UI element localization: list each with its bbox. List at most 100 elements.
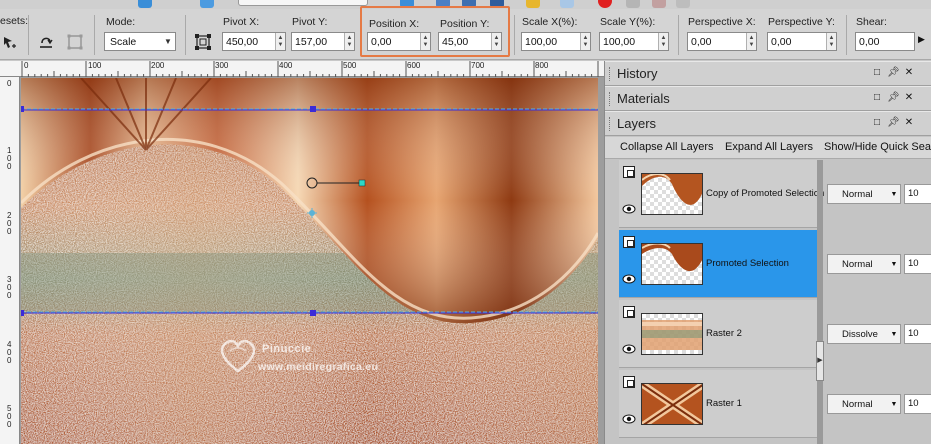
spinner-arrows-icon[interactable]: ▲ ▼	[746, 33, 756, 50]
layers-toolbar: Collapse All Layers Expand All Layers Sh…	[605, 137, 931, 159]
toolbar-icon-brush[interactable]	[436, 0, 450, 8]
layer-type-icon[interactable]	[623, 376, 635, 388]
blend-mode-select[interactable]: Dissolve ▼	[827, 324, 901, 344]
spinner-arrows-icon[interactable]: ▲ ▼	[491, 33, 501, 50]
spinner-arrows-icon[interactable]: ▲ ▼	[580, 33, 590, 50]
grip-icon[interactable]	[609, 92, 612, 106]
canvas-area[interactable]: 0 100 200 300 400 500 600 700 800 0 1 0 …	[0, 61, 604, 444]
position-x-field[interactable]: 0,00 ▲ ▼	[367, 32, 431, 51]
transform-grid-icon[interactable]	[66, 33, 84, 51]
spinner-arrows-icon[interactable]: ▲ ▼	[420, 33, 430, 50]
spinner-arrows-icon[interactable]: ▲ ▼	[826, 33, 836, 50]
toolbar-icon-blue-1[interactable]	[138, 0, 152, 8]
eye-icon[interactable]	[622, 414, 636, 424]
pick-tool-icon[interactable]	[2, 35, 18, 51]
ruler-label: 5 0 0	[7, 404, 12, 429]
opacity-field[interactable]: 10	[904, 184, 931, 204]
toolbar-icon-gray-3[interactable]	[676, 0, 690, 8]
grip-icon[interactable]	[609, 67, 612, 81]
ruler-label: 700	[471, 61, 485, 70]
pin-icon[interactable]: 📌︎	[887, 67, 900, 78]
position-y-value: 45,00	[442, 35, 469, 48]
close-icon[interactable]: ✕	[903, 92, 915, 103]
paintshop-window: esets: Mode: Scale ▼ Pivot X: 450,00 ▲ ▼…	[0, 0, 931, 444]
eye-icon[interactable]	[622, 274, 636, 284]
close-icon[interactable]: ✕	[903, 67, 915, 78]
restore-icon[interactable]: □	[871, 67, 883, 78]
grip-icon[interactable]	[609, 117, 612, 131]
scale-y-label: Scale Y(%):	[600, 16, 656, 28]
history-panel-header[interactable]: History □ 📌︎ ✕	[605, 61, 931, 86]
toolbar-icon-yellow[interactable]	[526, 0, 540, 8]
blend-mode-select[interactable]: Normal ▼	[827, 254, 901, 274]
expand-all-layers-button[interactable]: Expand All Layers	[725, 141, 813, 153]
chevron-down-icon: ▼	[164, 37, 172, 46]
overflow-arrow-icon[interactable]: ▶	[918, 34, 925, 45]
spinner-arrows-icon[interactable]: ▲ ▼	[344, 33, 354, 50]
restore-icon[interactable]: □	[871, 117, 883, 128]
layer-list-divider[interactable]	[817, 160, 823, 444]
toolbar-icon-doc-2[interactable]	[490, 0, 504, 8]
scale-x-field[interactable]: 100,00 ▲ ▼	[521, 32, 591, 51]
position-y-field[interactable]: 45,00 ▲ ▼	[438, 32, 502, 51]
materials-panel-header[interactable]: Materials □ 📌︎ ✕	[605, 86, 931, 111]
toolbar-icon-gray-2[interactable]	[652, 0, 666, 8]
blend-mode-select[interactable]: Normal ▼	[827, 184, 901, 204]
eye-icon[interactable]	[622, 344, 636, 354]
ruler-label: 600	[407, 61, 421, 70]
separator	[94, 15, 95, 55]
quick-search-toggle-button[interactable]: Show/Hide Quick Sea	[824, 141, 931, 153]
record-icon[interactable]	[598, 0, 612, 8]
pivot-x-field[interactable]: 450,00 ▲ ▼	[222, 32, 286, 51]
layers-panel-header[interactable]: Layers □ 📌︎ ✕	[605, 111, 931, 136]
reset-icon[interactable]	[36, 33, 56, 51]
perspective-x-field[interactable]: 0,00 ▲ ▼	[687, 32, 757, 51]
pin-icon[interactable]: 📌︎	[887, 92, 900, 103]
layer-thumbnail	[641, 173, 703, 215]
rotation-grip[interactable]	[358, 179, 366, 187]
layer-thumbnail	[641, 243, 703, 285]
perspective-y-field[interactable]: 0,00 ▲ ▼	[767, 32, 837, 51]
opacity-field[interactable]: 10	[904, 324, 931, 344]
presets-label: esets:	[0, 15, 29, 27]
chevron-down-icon: ▼	[890, 330, 898, 338]
layer-row-raster-2[interactable]: Raster 2	[619, 300, 817, 368]
blend-mode-select[interactable]: Normal ▼	[827, 394, 901, 414]
opacity-field[interactable]: 10	[904, 254, 931, 274]
pin-icon[interactable]: 📌︎	[887, 117, 900, 128]
pivot-y-field[interactable]: 157,00 ▲ ▼	[291, 32, 355, 51]
layer-type-icon[interactable]	[623, 166, 635, 178]
ruler-label: 4 0 0	[7, 340, 12, 365]
layer-row-copy-of-promoted-selection[interactable]: Copy of Promoted Selection	[619, 160, 824, 228]
toolbar-icon-blank[interactable]	[238, 0, 368, 6]
close-icon[interactable]: ✕	[903, 117, 915, 128]
toolbar-icon-play[interactable]	[400, 0, 414, 8]
tool-options-bar: esets: Mode: Scale ▼ Pivot X: 450,00 ▲ ▼…	[0, 9, 931, 60]
toolbar-icon-doc-1[interactable]	[462, 0, 476, 8]
pivot-icon[interactable]	[194, 33, 212, 51]
eye-icon[interactable]	[622, 204, 636, 214]
toolbar-icon-gray-1[interactable]	[626, 0, 640, 8]
spinner-arrows-icon[interactable]: ▲ ▼	[275, 33, 285, 50]
panel-splitter-handle[interactable]: ▶	[816, 341, 824, 381]
spinner-arrows-icon[interactable]: ▲ ▼	[658, 33, 668, 50]
mode-select[interactable]: Scale ▼	[104, 32, 176, 51]
layer-type-icon[interactable]	[623, 306, 635, 318]
collapse-all-layers-button[interactable]: Collapse All Layers	[620, 141, 714, 153]
image-canvas[interactable]: Pinuccie www.meidiregrafica.eu	[21, 78, 598, 444]
toolbar-icon-blue-2[interactable]	[200, 0, 214, 8]
layers-title: Layers	[617, 116, 657, 131]
blend-mode-value: Normal	[842, 188, 873, 200]
opacity-field[interactable]: 10	[904, 394, 931, 414]
layer-type-icon[interactable]	[623, 236, 635, 248]
toolbar-icon-lightblue[interactable]	[560, 0, 574, 8]
scale-y-field[interactable]: 100,00 ▲ ▼	[599, 32, 669, 51]
separator	[28, 15, 29, 55]
shear-field[interactable]: 0,00	[855, 32, 915, 51]
top-handle[interactable]	[310, 106, 316, 112]
horizontal-ruler: 0 100 200 300 400 500 600 700 800	[0, 61, 604, 77]
layer-row-promoted-selection[interactable]: Promoted Selection	[619, 230, 817, 298]
layer-row-raster-1[interactable]: Raster 1	[619, 370, 817, 438]
bottom-handle[interactable]	[310, 310, 316, 316]
restore-icon[interactable]: □	[871, 92, 883, 103]
